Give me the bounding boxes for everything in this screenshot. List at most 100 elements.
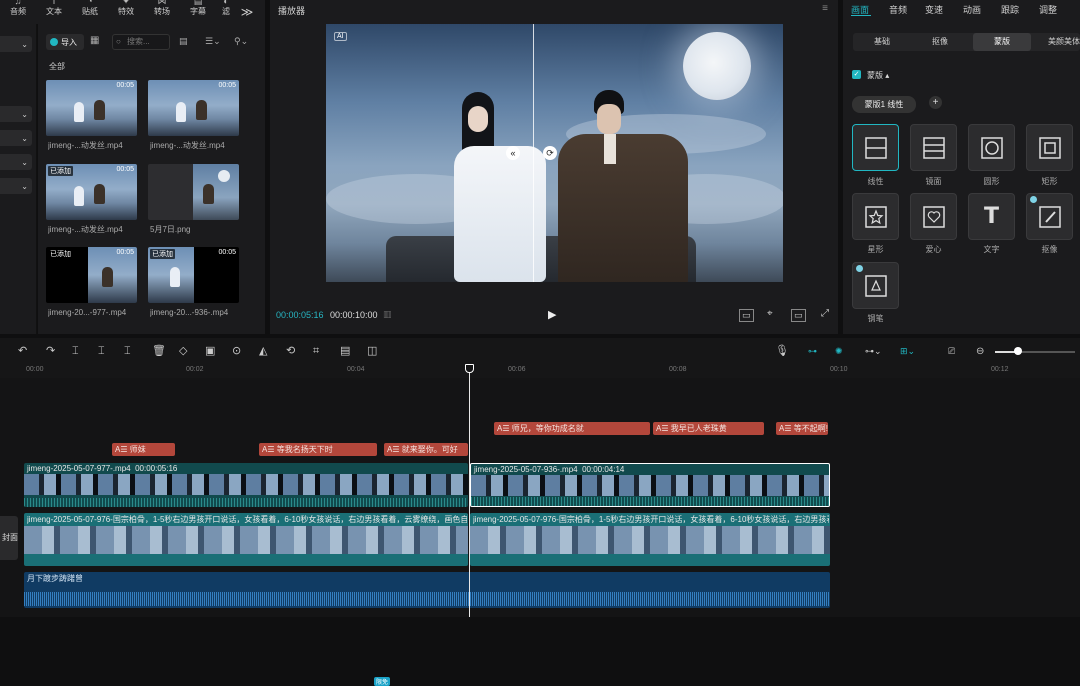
mask-heart[interactable] xyxy=(910,193,957,240)
mask-text[interactable]: T xyxy=(968,193,1015,240)
mask-pen[interactable] xyxy=(852,262,899,309)
mask-circle[interactable] xyxy=(968,124,1015,171)
video-clip-selected[interactable]: jimeng-2025-05-07-936-.mp4 00:00:04:14 xyxy=(470,463,830,507)
preview-axis-icon[interactable]: ⊞⌄ xyxy=(900,346,915,357)
audio-clip[interactable]: 月下踱步踌躇曾 xyxy=(24,572,830,608)
smart-edit-icon[interactable]: ◫ xyxy=(367,346,377,357)
reverse-icon[interactable]: ⊙ xyxy=(232,346,241,357)
media-item[interactable]: 已添加 00:05 xyxy=(148,247,239,303)
link-icon[interactable]: ⊶⌄ xyxy=(865,346,882,357)
tool-text[interactable]: T 文本 xyxy=(36,0,72,24)
mask-brush[interactable] xyxy=(1026,193,1073,240)
screenshot-icon[interactable]: ⎚ xyxy=(948,346,955,357)
text-clip[interactable]: A☰ 我早已人老珠黄 xyxy=(653,422,764,435)
video-clip[interactable]: jimeng-2025-05-07-976-国宗柏骨，1-5秒右边男孩开口说话，… xyxy=(24,513,468,566)
video-clip[interactable]: jimeng-2025-05-07-977-.mp4 00:00:05:16 xyxy=(24,463,468,507)
feather-handle-icon[interactable]: « xyxy=(506,146,520,160)
tool-audio[interactable]: ♫ 音频 xyxy=(0,0,36,24)
mirror-icon[interactable]: ◭ xyxy=(259,346,267,357)
timeline-toolbar: ↶ ↷ ⌶ ⌶ ⌶ 🗑 ◇ ▣ ⊙ ◭ ⟲ ⌗ ▤ ◫ 限免 🎙 ⊶ ✺ ⊶⌄ … xyxy=(0,338,1080,686)
main-track-magnet-icon[interactable]: ⊶ xyxy=(808,346,817,357)
tab-speed[interactable]: 变速 xyxy=(925,3,943,16)
cover-button[interactable]: 封面 xyxy=(0,516,18,560)
import-button[interactable]: 导入 xyxy=(46,34,84,50)
subtab-mask[interactable]: 蒙版 xyxy=(973,33,1031,51)
add-mask-icon[interactable]: + xyxy=(929,96,942,109)
tab-adjust[interactable]: 调整 xyxy=(1039,3,1057,16)
tool-subtitle[interactable]: ▤ 字幕 xyxy=(180,0,216,24)
delete-icon[interactable]: 🗑 xyxy=(152,346,166,357)
mask-line[interactable] xyxy=(533,24,534,282)
split-icon[interactable]: ⌶ xyxy=(72,346,79,357)
original-ratio-icon[interactable]: ▭ xyxy=(739,309,754,322)
mask-linear[interactable] xyxy=(852,124,899,171)
ratio-icon[interactable]: ▭ xyxy=(791,309,806,322)
focus-icon[interactable]: ⌖ xyxy=(767,308,773,319)
category-tab-3[interactable]: ⌄ xyxy=(0,130,32,146)
category-tab-1[interactable]: ⌄ xyxy=(0,36,32,52)
split-left-icon[interactable]: ⌶ xyxy=(98,346,105,357)
all-filter-label[interactable]: 全部 xyxy=(49,61,65,72)
filter-icon[interactable]: ⚲⌄ xyxy=(234,36,248,47)
tool-sticker[interactable]: ◔ 贴纸 xyxy=(72,0,108,24)
tool-transition[interactable]: ⋈ 转场 xyxy=(144,0,180,24)
mask-selector[interactable]: 蒙版1 线性 xyxy=(852,96,916,113)
toolbar-more-button[interactable]: ≫ xyxy=(236,0,258,24)
tab-audio[interactable]: 音频 xyxy=(889,3,907,16)
text-clip[interactable]: A☰ 等不起啊! xyxy=(776,422,828,435)
text-clip[interactable]: A☰ 就来娶你。可好 xyxy=(384,443,468,456)
zoom-out-icon[interactable]: ⊖ xyxy=(976,346,984,357)
mask-star[interactable] xyxy=(852,193,899,240)
rotate-handle-icon[interactable]: ⟳ xyxy=(543,146,557,160)
media-search-input[interactable]: ○ 搜索... xyxy=(112,34,170,50)
mask-mirror[interactable] xyxy=(910,124,957,171)
layout-icon[interactable]: ▤ xyxy=(179,36,188,47)
subtab-beauty[interactable]: 美颜美体 xyxy=(1035,33,1080,51)
subtab-basic[interactable]: 基础 xyxy=(853,33,911,51)
media-item[interactable]: 00:05 xyxy=(148,80,239,136)
timeline-ruler[interactable]: 00:00 00:02 00:04 00:06 00:08 00:10 00:1… xyxy=(0,364,1080,378)
redo-icon[interactable]: ↷ xyxy=(46,346,55,357)
subtitle-edit-icon[interactable]: ▤ xyxy=(340,346,350,357)
grid-view-icon[interactable]: ▦ xyxy=(90,35,99,46)
search-icon: ○ xyxy=(116,37,121,46)
category-tab-5[interactable]: ⌄ xyxy=(0,178,32,194)
playhead-handle[interactable] xyxy=(465,364,474,373)
text-clip[interactable]: A☰ 师兄，等你功成名就 xyxy=(494,422,650,435)
playhead[interactable] xyxy=(469,364,470,617)
media-item[interactable]: 已添加 00:05 xyxy=(46,164,137,220)
rotate-icon[interactable]: ⟲ xyxy=(286,346,295,357)
chevron-down-icon: ⌄ xyxy=(21,133,28,143)
menu-icon[interactable]: ≡ xyxy=(822,3,828,14)
media-item[interactable]: 00:05 xyxy=(46,80,137,136)
subtab-cutout[interactable]: 抠像 xyxy=(911,33,969,51)
split-right-icon[interactable]: ⌶ xyxy=(124,346,131,357)
category-tab-4[interactable]: ⌄ xyxy=(0,154,32,170)
sort-icon[interactable]: ☰⌄ xyxy=(205,36,221,47)
microphone-icon[interactable]: 🎙 xyxy=(775,346,789,357)
timeline-view-icon[interactable]: ▥ xyxy=(383,309,392,320)
tool-filter[interactable]: ◐ 滤 xyxy=(216,0,236,24)
category-tab-2[interactable]: ⌄ xyxy=(0,106,32,122)
undo-icon[interactable]: ↶ xyxy=(18,346,27,357)
media-item-name: jimeng-...动发丝.mp4 xyxy=(48,225,123,234)
text-clip[interactable]: A☰ 师妹 xyxy=(112,443,175,456)
tool-effects[interactable]: ✦ 特效 xyxy=(108,0,144,24)
woman-figure xyxy=(454,92,546,282)
video-clip[interactable]: jimeng-2025-05-07-976-国宗柏骨，1-5秒右边男孩开口说话，… xyxy=(470,513,830,566)
fullscreen-icon[interactable]: ⤢ xyxy=(821,308,829,319)
text-clip[interactable]: A☰ 等我名扬天下时 xyxy=(259,443,377,456)
freeze-icon[interactable]: ▣ xyxy=(205,346,215,357)
crop-icon[interactable]: ⌗ xyxy=(313,346,319,357)
tab-tracking[interactable]: 跟踪 xyxy=(1001,3,1019,16)
play-icon[interactable]: ▶ xyxy=(548,308,556,321)
zoom-slider-handle[interactable] xyxy=(1014,347,1022,355)
media-item[interactable]: 已添加 00:05 xyxy=(46,247,137,303)
auto-snap-icon[interactable]: ✺ xyxy=(835,346,843,357)
media-item[interactable] xyxy=(148,164,239,220)
mask-enable-checkbox[interactable]: ✓ xyxy=(852,70,861,79)
video-preview[interactable]: « ⟳ AI xyxy=(326,24,783,282)
tab-animation[interactable]: 动画 xyxy=(963,3,981,16)
mask-rect[interactable] xyxy=(1026,124,1073,171)
marker-icon[interactable]: ◇ xyxy=(179,346,187,357)
